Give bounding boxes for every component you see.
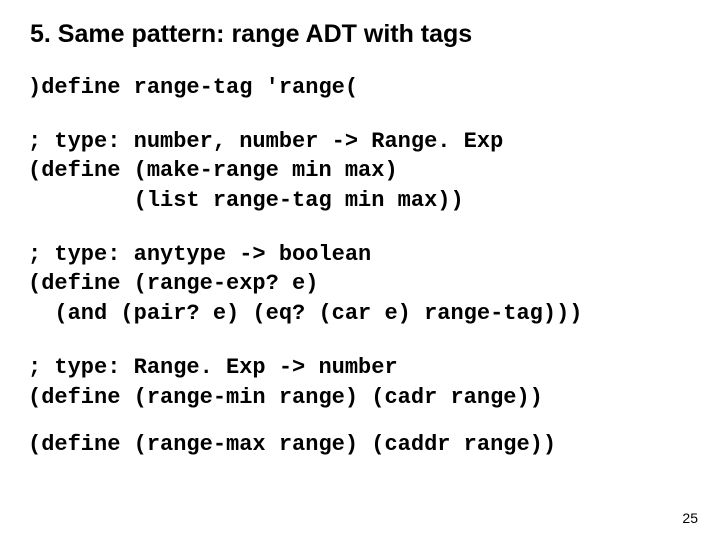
code-range-exp: ; type: anytype -> boolean (define (rang… [28,240,692,329]
code-make-range: ; type: number, number -> Range. Exp (de… [28,127,692,216]
page-number: 25 [682,510,698,526]
slide: 5. Same pattern: range ADT with tags )de… [0,0,720,540]
code-range-max: (define (range-max range) (caddr range)) [28,430,692,460]
slide-title: 5. Same pattern: range ADT with tags [30,20,692,49]
code-define-tag: )define range-tag 'range( [28,73,692,103]
code-range-min: ; type: Range. Exp -> number (define (ra… [28,353,692,412]
